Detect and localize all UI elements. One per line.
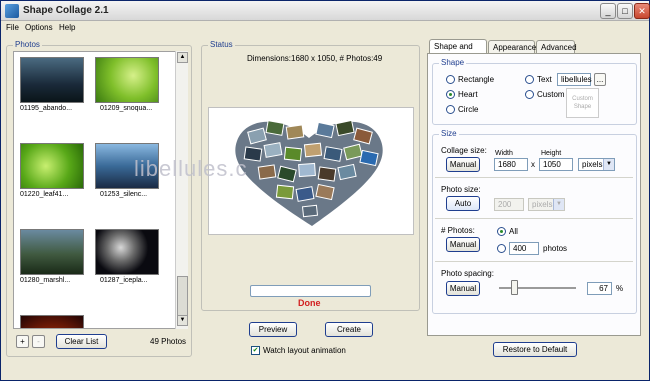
- collage-size-label: Collage size:: [441, 146, 487, 155]
- custom-radio[interactable]: [525, 90, 534, 99]
- window-title: Shape Collage 2.1: [23, 5, 109, 16]
- photo-thumb[interactable]: [20, 229, 84, 275]
- photo-size-input[interactable]: 200: [494, 198, 524, 211]
- status-done-text: Done: [298, 298, 321, 308]
- close-button[interactable]: ✕: [634, 3, 650, 19]
- chevron-down-icon[interactable]: ▼: [603, 159, 614, 170]
- photo-list-scrollbar[interactable]: ▲ ▼: [175, 51, 188, 329]
- photo-label: 01287_icepla...: [100, 277, 148, 284]
- preview-button[interactable]: Preview: [249, 322, 297, 337]
- create-button[interactable]: Create: [325, 322, 373, 337]
- custom-shape-line2: Shape: [573, 104, 592, 110]
- tab-appearance[interactable]: Appearance: [488, 40, 536, 54]
- add-photo-button[interactable]: +: [16, 335, 29, 348]
- photo-size-label: Photo size:: [441, 185, 481, 194]
- collage-units-value: pixels: [582, 160, 603, 169]
- size-group-title: Size: [439, 129, 459, 138]
- progress-bar: [250, 285, 371, 297]
- rectangle-radio[interactable]: [446, 75, 455, 84]
- photo-count: 49 Photos: [150, 337, 187, 346]
- photo-thumb[interactable]: [20, 143, 84, 189]
- photo-label: 01253_silenc...: [100, 191, 148, 198]
- photos-word-label: photos: [543, 244, 568, 253]
- scroll-up-icon[interactable]: ▲: [177, 52, 188, 63]
- rectangle-label: Rectangle: [458, 75, 495, 84]
- num-photos-manual-button[interactable]: Manual: [446, 237, 480, 252]
- app-window: Shape Collage 2.1 _ □ ✕ File Options Hel…: [0, 0, 650, 381]
- text-label: Text: [537, 75, 552, 84]
- tab-shape-and-size[interactable]: Shape and Size: [429, 39, 487, 61]
- shape-group-title: Shape: [439, 58, 467, 67]
- scroll-thumb[interactable]: [177, 276, 188, 316]
- scroll-down-icon[interactable]: ▼: [177, 315, 188, 326]
- watch-animation-label: Watch layout animation: [263, 346, 346, 355]
- count-photos-radio[interactable]: [497, 244, 506, 253]
- photo-thumb[interactable]: [20, 315, 84, 328]
- watch-animation-checkbox[interactable]: ✔: [251, 346, 260, 355]
- spacing-slider-thumb[interactable]: [511, 280, 519, 295]
- custom-shape-box[interactable]: Custom Shape: [566, 88, 599, 118]
- custom-shape-line1: Custom: [572, 96, 593, 102]
- all-photos-radio[interactable]: [497, 227, 506, 236]
- heart-label: Heart: [458, 90, 478, 99]
- collage-size-manual-button[interactable]: Manual: [446, 157, 480, 172]
- photo-thumb[interactable]: [95, 57, 159, 103]
- tab-advanced[interactable]: Advanced: [536, 40, 577, 54]
- width-input[interactable]: 1680: [494, 158, 528, 171]
- photo-label: 01280_marshl...: [20, 277, 71, 284]
- dimensions-text: Dimensions:1680 x 1050, # Photos:49: [247, 54, 383, 63]
- photo-label: 01209_snoqua...: [100, 105, 153, 112]
- photo-label: 01195_abando...: [20, 105, 73, 112]
- text-browse-button[interactable]: ...: [594, 73, 606, 86]
- spacing-value-input[interactable]: 67: [587, 282, 612, 295]
- photo-thumb[interactable]: [95, 229, 159, 275]
- photos-group-title: Photos: [13, 40, 42, 49]
- status-group-title: Status: [208, 40, 235, 49]
- collage-units-select[interactable]: pixels ▼: [578, 158, 615, 171]
- photo-size-auto-button[interactable]: Auto: [446, 196, 480, 211]
- all-photos-label: All: [509, 227, 518, 236]
- text-radio[interactable]: [525, 75, 534, 84]
- menu-bar: File Options Help: [1, 21, 649, 35]
- app-icon: [5, 4, 19, 18]
- clear-list-button[interactable]: Clear List: [56, 334, 107, 349]
- maximize-button[interactable]: □: [617, 3, 633, 19]
- divider: [435, 218, 633, 219]
- height-label: Height: [541, 150, 562, 157]
- restore-default-button[interactable]: Restore to Default: [493, 342, 577, 357]
- photo-label: 01220_leaf41...: [20, 191, 69, 198]
- spacing-manual-button[interactable]: Manual: [446, 281, 480, 296]
- menu-file[interactable]: File: [6, 23, 19, 32]
- num-photos-label: # Photos:: [441, 226, 475, 235]
- minimize-button[interactable]: _: [600, 3, 616, 19]
- photo-size-units-value: pixels: [532, 200, 553, 209]
- menu-options[interactable]: Options: [25, 23, 53, 32]
- watermark-text: libellules.c: [134, 156, 248, 181]
- photo-thumb[interactable]: [20, 57, 84, 103]
- percent-sign: %: [616, 284, 624, 293]
- photo-count-input[interactable]: 400: [509, 242, 539, 255]
- title-bar[interactable]: Shape Collage 2.1 _ □ ✕: [1, 1, 650, 21]
- heart-radio[interactable]: [446, 90, 455, 99]
- photo-size-units-select[interactable]: pixels ▼: [528, 198, 565, 211]
- divider: [435, 177, 633, 178]
- remove-photo-button[interactable]: -: [32, 335, 45, 348]
- circle-radio[interactable]: [446, 105, 455, 114]
- width-label: Width: [495, 150, 513, 157]
- chevron-down-icon[interactable]: ▼: [553, 199, 564, 210]
- shape-text-input[interactable]: libellules: [557, 73, 592, 86]
- height-input[interactable]: 1050: [539, 158, 573, 171]
- photo-spacing-label: Photo spacing:: [441, 269, 494, 278]
- x-separator: x: [531, 160, 535, 169]
- custom-label: Custom: [537, 90, 565, 99]
- divider: [435, 261, 633, 262]
- photo-list[interactable]: 01195_abando... 01209_snoqua... 01220_le…: [13, 51, 188, 329]
- menu-help[interactable]: Help: [59, 23, 75, 32]
- circle-label: Circle: [458, 105, 479, 114]
